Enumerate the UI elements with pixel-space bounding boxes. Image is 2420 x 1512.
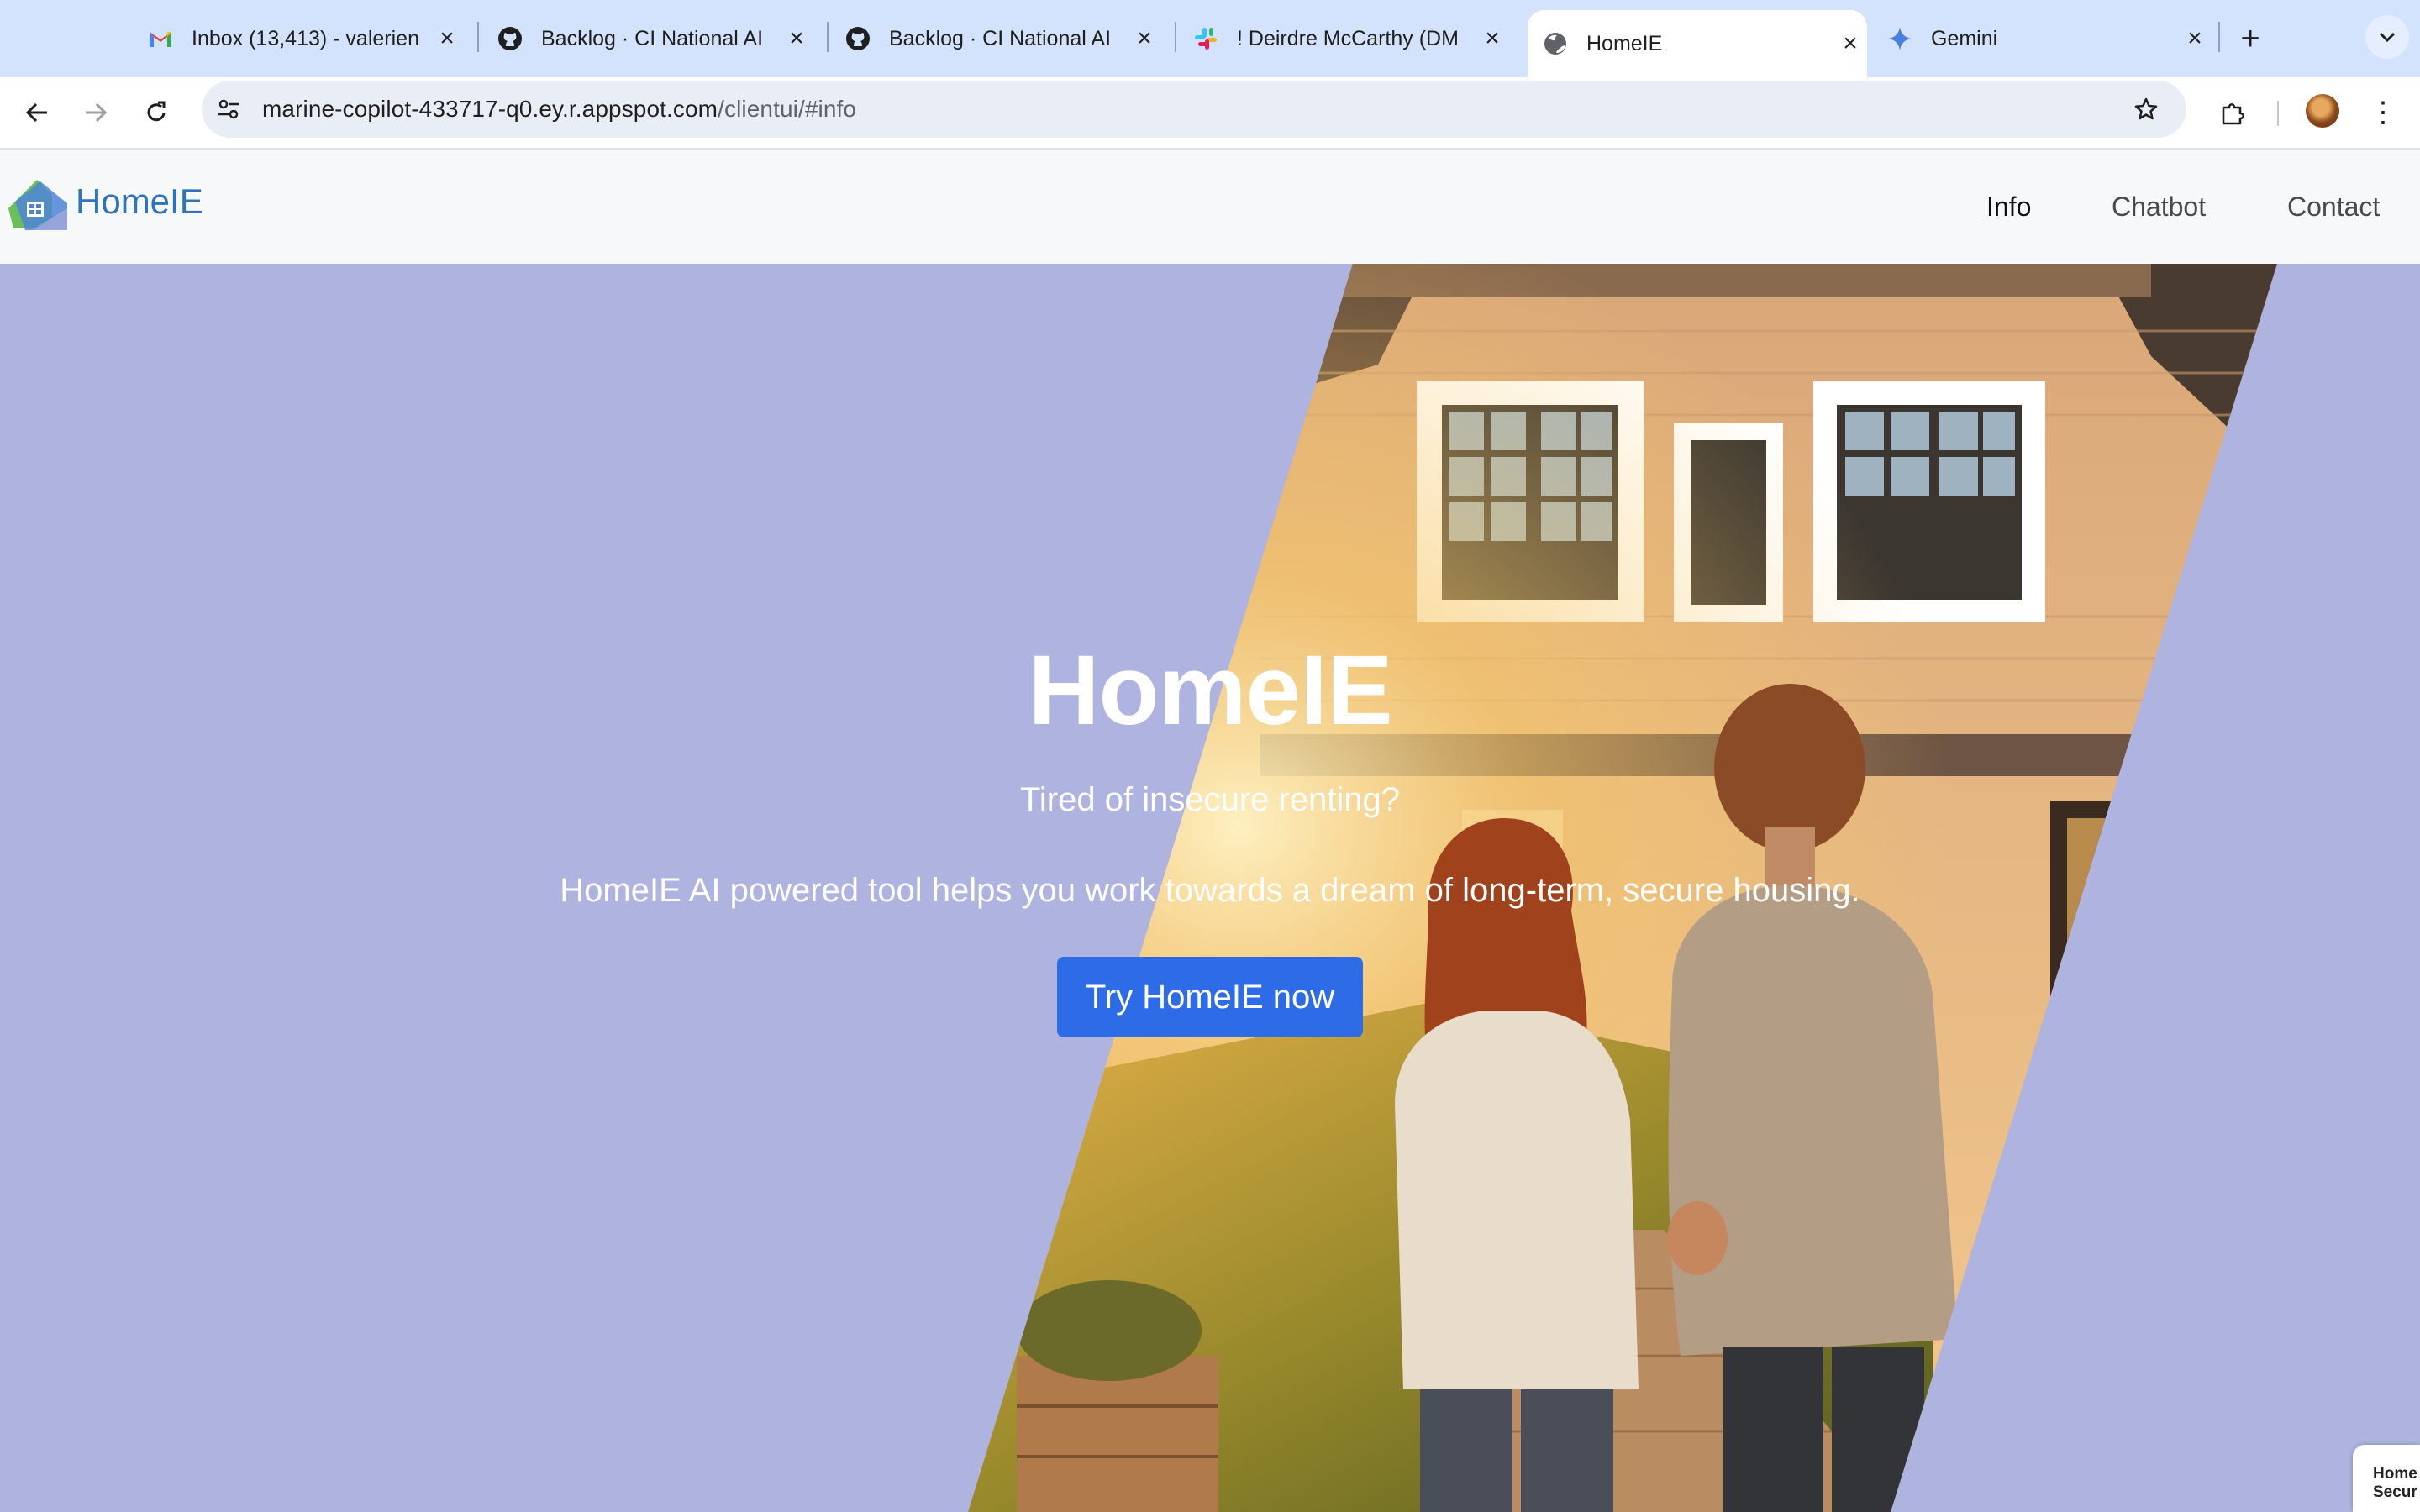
homeie-logo-icon[interactable] [7, 175, 69, 234]
tab-title: Gemini [1931, 26, 1998, 50]
arrow-right-icon [86, 102, 108, 123]
reload-button[interactable] [134, 91, 178, 134]
site-header: HomeIE Info Chatbot Contact [0, 150, 2420, 264]
tab-strip: Inbox (13,413) - valerien × Backlog · CI… [0, 0, 2420, 77]
extensions-button[interactable] [2212, 91, 2255, 134]
gmail-icon [148, 26, 173, 51]
tab-separator [477, 22, 479, 52]
hero-section: HomeIE Tired of insecure renting? HomeIE… [0, 264, 2420, 1512]
tab-backlog-2[interactable]: Backlog · CI National AI × [845, 12, 1161, 66]
tab-separator [827, 22, 829, 52]
hero-title: HomeIE [1028, 635, 1392, 746]
chat-widget-preview[interactable]: Home Secur [2353, 1445, 2420, 1512]
menu-kebab-icon[interactable]: ⋮ [2366, 91, 2400, 134]
tab-separator [2218, 22, 2220, 52]
site-info-icon[interactable] [210, 91, 247, 128]
url-text: marine-copilot-433717-q0.ey.r.appspot.co… [262, 96, 856, 123]
brand-name[interactable]: HomeIE [76, 181, 203, 222]
nav-info[interactable]: Info [1986, 192, 2031, 223]
tab-title: Inbox (13,413) - valerien [192, 26, 419, 50]
tab-gemini[interactable]: Gemini × [1887, 12, 2212, 66]
close-icon[interactable]: × [780, 22, 813, 55]
hero-subtitle: Tired of insecure renting? [1019, 781, 1401, 818]
new-tab-button[interactable]: + [2228, 17, 2272, 60]
tab-search-button[interactable] [2365, 15, 2409, 59]
gemini-icon [1887, 26, 1912, 51]
close-icon[interactable]: × [1128, 22, 1161, 55]
tab-title: Backlog · CI National AI [889, 26, 1112, 50]
nav-chatbot[interactable]: Chatbot [2112, 192, 2206, 223]
profile-avatar[interactable] [2306, 94, 2339, 128]
tab-slack-dm[interactable]: ! Deirdre McCarthy (DM × [1193, 12, 1509, 66]
close-icon[interactable]: × [2178, 22, 2212, 55]
nav-contact[interactable]: Contact [2287, 192, 2380, 223]
tab-separator [1175, 22, 1176, 52]
tab-backlog-1[interactable]: Backlog · CI National AI × [497, 12, 813, 66]
url-host: marine-copilot-433717-q0.ey.r.appspot.co… [262, 96, 718, 122]
forward-button[interactable] [74, 91, 118, 134]
github-icon [497, 26, 523, 51]
globe-icon [1543, 31, 1568, 56]
address-bar[interactable]: marine-copilot-433717-q0.ey.r.appspot.co… [202, 81, 2186, 138]
slack-icon [1193, 26, 1218, 51]
reload-icon [147, 101, 166, 122]
close-icon[interactable]: × [1476, 22, 1509, 55]
try-homeie-button[interactable]: Try HomeIE now [1057, 957, 1363, 1037]
bookmark-star-icon[interactable] [2128, 91, 2165, 128]
back-button[interactable] [15, 91, 59, 134]
chevron-down-icon [2379, 32, 2396, 43]
hero-description: HomeIE AI powered tool helps you work to… [560, 872, 1860, 909]
tab-title: HomeIE [1586, 31, 1663, 55]
tab-homeie[interactable]: HomeIE × [1528, 10, 1867, 77]
tab-title: ! Deirdre McCarthy (DM [1237, 26, 1459, 50]
url-path: /clientui/#info [718, 96, 857, 122]
toolbar-divider [2277, 101, 2279, 126]
github-icon [845, 26, 871, 51]
close-icon[interactable]: × [430, 22, 464, 55]
close-icon[interactable]: × [1833, 27, 1867, 60]
puzzle-icon [2222, 102, 2245, 125]
tab-inbox[interactable]: Inbox (13,413) - valerien × [148, 12, 464, 66]
arrow-left-icon [25, 102, 47, 123]
browser-toolbar: marine-copilot-433717-q0.ey.r.appspot.co… [0, 77, 2420, 150]
tab-title: Backlog · CI National AI [541, 26, 764, 50]
